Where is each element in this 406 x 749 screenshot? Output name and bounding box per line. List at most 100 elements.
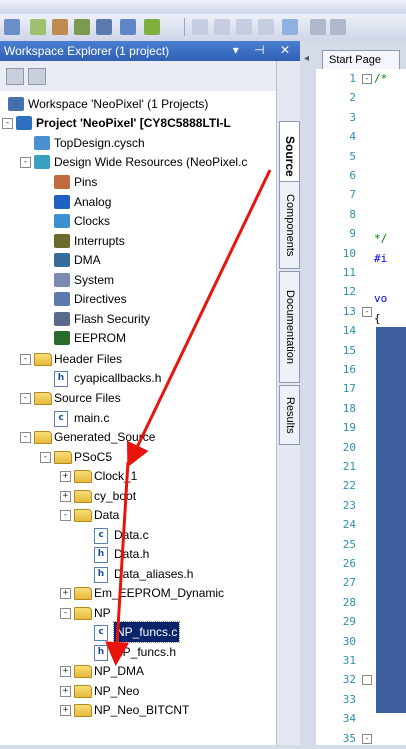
tree-item[interactable]: Flash Security xyxy=(0,309,276,329)
tree-item[interactable]: + cy_boot xyxy=(0,486,276,506)
line-number: 26 xyxy=(342,557,356,570)
tree-item-label: System xyxy=(74,273,115,287)
build-icon[interactable] xyxy=(74,19,90,35)
tab-start-page[interactable]: Start Page xyxy=(322,50,400,69)
schematic-icon xyxy=(34,136,50,150)
tree-item[interactable]: Clocks xyxy=(0,211,276,231)
tree-item[interactable]: c Data.c xyxy=(0,525,276,545)
fold-toggle-icon[interactable]: - xyxy=(362,733,372,744)
tree-item[interactable]: - Source Files xyxy=(0,388,276,408)
program-icon[interactable] xyxy=(144,19,160,35)
tree-item-label: Header Files xyxy=(54,352,123,366)
tree-item[interactable]: Analog xyxy=(0,192,276,212)
tree-item[interactable]: - Design Wide Resources (NeoPixel.c xyxy=(0,152,276,172)
tab-results[interactable]: Results xyxy=(279,385,300,445)
tree-item-label: main.c xyxy=(74,411,110,425)
tree-item[interactable]: Directives xyxy=(0,289,276,309)
fold-toggle-icon[interactable] xyxy=(362,675,372,686)
tree-item[interactable]: - PSoC5 xyxy=(0,447,276,467)
code-line-12: vo xyxy=(374,292,388,305)
tree-item[interactable]: h NP_funcs.h xyxy=(0,642,276,662)
tree-item[interactable]: System xyxy=(0,270,276,290)
new-item-icon[interactable] xyxy=(4,19,20,35)
dma-icon xyxy=(54,253,70,267)
tree-item[interactable]: c main.c xyxy=(0,408,276,428)
expand-icon[interactable]: + xyxy=(60,491,71,502)
show-all-files-icon[interactable] xyxy=(28,68,46,85)
tree-item[interactable]: - Header Files xyxy=(0,349,276,369)
expand-icon[interactable]: + xyxy=(60,471,71,482)
fold-toggle-icon[interactable]: - xyxy=(362,306,372,317)
overflow-icon[interactable] xyxy=(330,19,346,35)
tree-item[interactable]: + NP_Neo_BITCNT xyxy=(0,700,276,720)
tree-item-label: Workspace 'NeoPixel' (1 Projects) xyxy=(28,97,209,111)
tab-components[interactable]: Components xyxy=(279,181,300,269)
collapse-icon[interactable]: - xyxy=(60,608,71,619)
code-line-1: /* xyxy=(374,72,388,85)
workspace-explorer-toolbar xyxy=(0,61,276,92)
dropdown-icon[interactable] xyxy=(310,19,326,35)
tree-item[interactable]: + NP_DMA xyxy=(0,661,276,681)
tree-item[interactable]: - Project 'NeoPixel' [CY8C5888LTI-L xyxy=(0,113,276,133)
tab-documentation[interactable]: Documentation xyxy=(279,271,300,383)
collapse-icon[interactable]: - xyxy=(20,432,31,443)
collapse-icon[interactable]: - xyxy=(20,354,31,365)
uncomment-icon[interactable] xyxy=(258,19,274,35)
flash-icon xyxy=(54,312,70,326)
tree-item[interactable]: DMA xyxy=(0,250,276,270)
comment-icon[interactable] xyxy=(236,19,252,35)
tree-item-label: Flash Security xyxy=(74,312,151,326)
tools-icon[interactable] xyxy=(52,19,68,35)
workspace-tree: Workspace 'NeoPixel' (1 Projects) - Projec… xyxy=(0,91,276,745)
line-number: 19 xyxy=(342,421,356,435)
tree-item[interactable]: TopDesign.cysch xyxy=(0,133,276,153)
line-number: 14 xyxy=(342,324,356,338)
add-item-icon[interactable] xyxy=(30,19,46,35)
tree-item[interactable]: Pins xyxy=(0,172,276,192)
collapse-icon[interactable]: - xyxy=(2,118,13,129)
collapse-icon[interactable]: - xyxy=(40,452,51,463)
properties-icon[interactable] xyxy=(6,68,24,85)
collapse-icon[interactable]: - xyxy=(20,157,31,168)
line-number: 23 xyxy=(342,498,356,512)
h-file-icon: h xyxy=(94,645,108,661)
tree-item[interactable]: + Clock_1 xyxy=(0,466,276,486)
expand-icon[interactable]: + xyxy=(60,588,71,599)
tree-item[interactable]: - NP xyxy=(0,603,276,623)
workspace-explorer-title: Workspace Explorer (1 project) xyxy=(4,44,170,58)
line-number: 21 xyxy=(342,460,356,473)
collapse-icon[interactable]: - xyxy=(20,393,31,404)
interrupts-icon xyxy=(54,234,70,248)
expand-icon[interactable]: + xyxy=(60,666,71,677)
fold-toggle-icon[interactable]: - xyxy=(362,74,372,84)
tree-item[interactable]: c NP_funcs.c xyxy=(0,621,276,643)
tree-item[interactable]: h cyapicallbacks.h xyxy=(0,368,276,388)
panel-window-controls-icon[interactable]: ▾ ⊣ ✕ xyxy=(233,43,296,57)
expand-icon[interactable]: + xyxy=(60,705,71,716)
line-number: 1 xyxy=(349,72,356,85)
tree-item[interactable]: - Generated_Source xyxy=(0,427,276,447)
tree-item[interactable]: h Data.h xyxy=(0,544,276,564)
indent-icon[interactable] xyxy=(214,19,230,35)
editor-area: ◂ Start Page 1 2 3 4 5 6 7 8 9 10 11 12 13 14 15 16 17 18… xyxy=(300,41,406,745)
line-number: 25 xyxy=(342,537,356,551)
tree-item[interactable]: h Data_aliases.h xyxy=(0,564,276,584)
expand-icon[interactable]: + xyxy=(60,686,71,697)
binary-icon[interactable] xyxy=(96,19,112,35)
tree-item[interactable]: Workspace 'NeoPixel' (1 Projects) xyxy=(0,94,276,114)
tree-item-label: Project 'NeoPixel' [CY8C5888LTI-L xyxy=(36,116,231,130)
collapse-icon[interactable]: - xyxy=(60,510,71,521)
code-editor[interactable]: 1 2 3 4 5 6 7 8 9 10 11 12 13 14 15 16 17 18 19 20 21 22 23 24 2… xyxy=(316,69,406,745)
folder-icon xyxy=(74,665,92,678)
folder-icon xyxy=(34,392,52,405)
bookmark-icon[interactable] xyxy=(282,19,298,35)
line-number: 27 xyxy=(342,576,356,590)
tree-item[interactable]: + Em_EEPROM_Dynamic xyxy=(0,583,276,603)
tree-item[interactable]: Interrupts xyxy=(0,231,276,251)
tree-item[interactable]: EEPROM xyxy=(0,328,276,348)
tree-item[interactable]: + NP_Neo xyxy=(0,681,276,701)
debug-icon[interactable] xyxy=(120,19,136,35)
tree-item[interactable]: - Data xyxy=(0,505,276,525)
tab-nav-arrow-icon[interactable]: ◂ xyxy=(304,53,314,64)
outdent-icon[interactable] xyxy=(192,19,208,35)
